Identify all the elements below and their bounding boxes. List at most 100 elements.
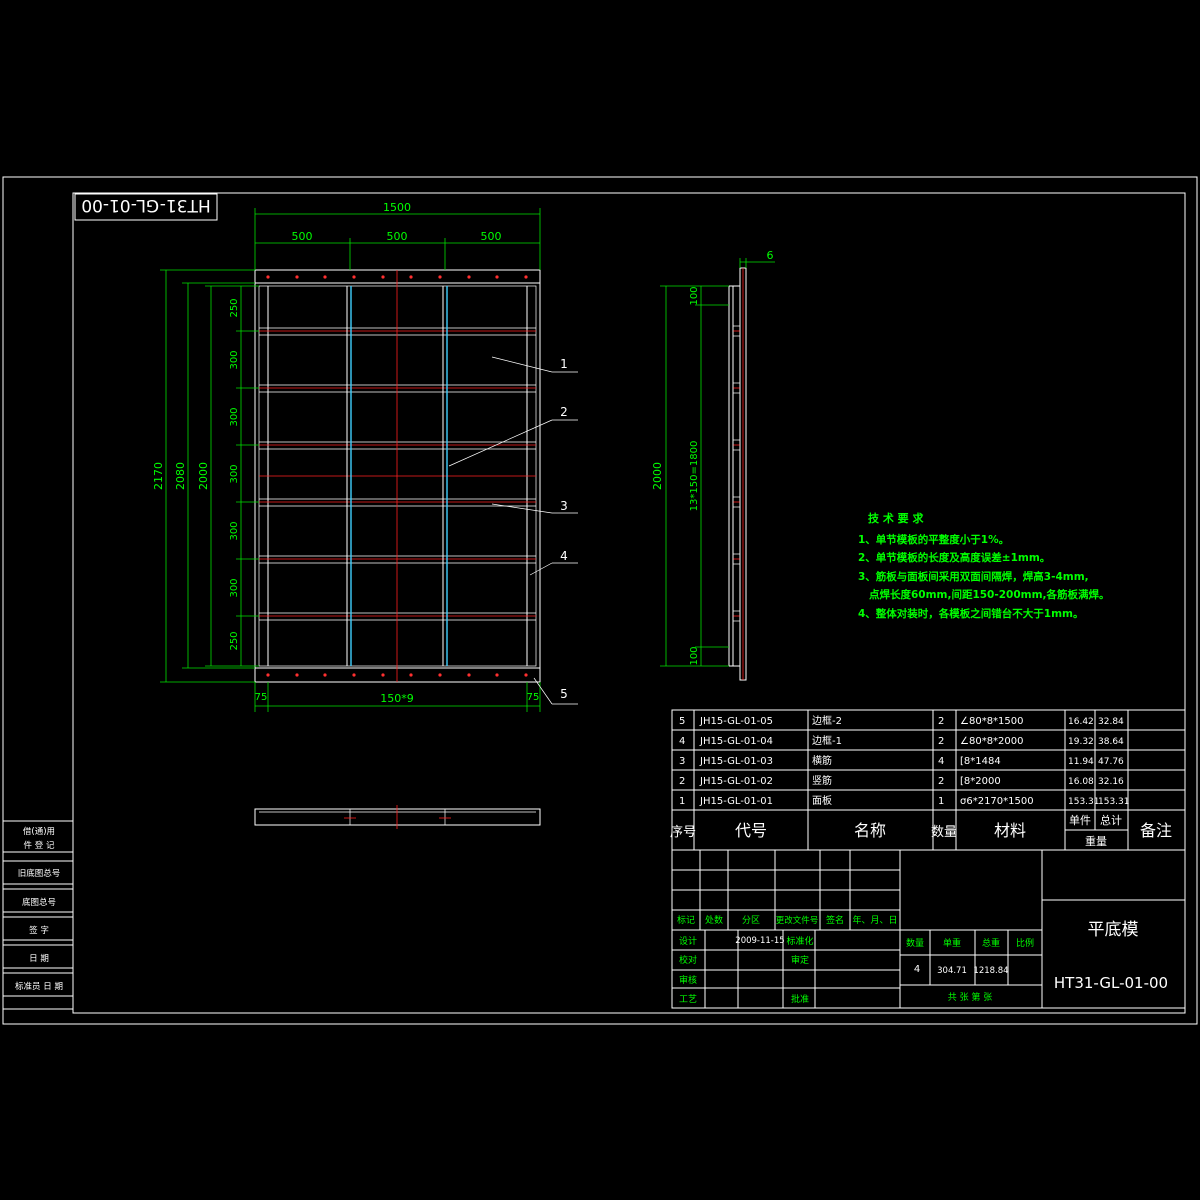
bom-no: 2 <box>679 776 685 787</box>
tb-audit: 审定 <box>791 954 809 966</box>
tech-line: 4、整体对装时，各模板之间错台不大于1mm。 <box>858 607 1084 620</box>
side-view <box>728 267 747 681</box>
dim-side-mid: 13*150=1800 <box>689 441 700 512</box>
tb-zone: 分区 <box>742 915 760 926</box>
strip-old-number: 旧底图总号 <box>18 868 61 879</box>
side-dimensions <box>660 258 775 667</box>
strip-shared: 借(通)用 <box>23 826 55 837</box>
strip-standard: 标准员 日 期 <box>15 981 63 992</box>
tb-unit-value: 304.71 <box>937 966 967 976</box>
cad-drawing: HT31-GL-01-00 1500 500 500 500 2170 2080… <box>2 176 1198 1025</box>
tech-line: 点焊长度60mm,间距150-200mm,各筋板满焊。 <box>858 588 1110 601</box>
bom-qty: 2 <box>938 776 944 787</box>
bom-name: 边框-1 <box>812 734 842 747</box>
bom-unit: 153.31 <box>1068 797 1100 807</box>
dim-bottom-mid: 150*9 <box>380 692 414 705</box>
bom-name: 竖筋 <box>812 774 832 787</box>
bom-total: 47.76 <box>1098 757 1124 767</box>
bom-mat: ∠80*8*2000 <box>960 736 1024 747</box>
stamp-rotated: HT31-GL-01-00 <box>81 195 210 215</box>
bom-no: 5 <box>679 716 685 727</box>
tb-mark: 标记 <box>677 914 695 926</box>
bom-total: 32.16 <box>1098 777 1124 787</box>
bom-header-no: 序号 <box>670 825 696 840</box>
bom-unit: 19.32 <box>1068 737 1094 747</box>
bom-header-unit: 单件 <box>1069 814 1091 827</box>
dim-seg-1: 500 <box>292 230 313 243</box>
dim-row: 300 <box>229 578 240 597</box>
bom-code: JH15-GL-01-03 <box>699 756 773 767</box>
callout-2: 2 <box>560 405 568 419</box>
bom-qty: 1 <box>938 796 944 807</box>
bom-header-total: 总计 <box>1100 813 1122 827</box>
dim-side-bottom: 100 <box>689 646 700 665</box>
front-view <box>254 269 541 683</box>
drawing-number: HT31-GL-01-00 <box>1054 974 1168 992</box>
strip-base-number: 底图总号 <box>22 897 56 908</box>
dim-height-2080: 2080 <box>174 462 187 490</box>
bom-qty: 2 <box>938 716 944 727</box>
dim-row: 300 <box>229 407 240 426</box>
dim-seg-2: 500 <box>387 230 408 243</box>
bom-unit: 16.42 <box>1068 717 1094 727</box>
bom-header-qty: 数量 <box>931 825 957 840</box>
dim-bottom-left: 75 <box>255 692 268 703</box>
dim-thickness: 6 <box>767 249 774 262</box>
tb-count-h: 数量 <box>906 937 924 949</box>
bom-qty: 2 <box>938 736 944 747</box>
tb-total-value: 1218.84 <box>973 966 1008 976</box>
tb-design: 设计 <box>679 935 697 947</box>
drawing-name: 平底模 <box>1088 920 1139 940</box>
title-block-labels: 标记 处数 分区 更改文件号 签名 年、月、日 设计 2009-11-15 标准… <box>677 914 1168 1005</box>
left-strip-labels: 借(通)用 件 登 记 旧底图总号 底图总号 签 字 日 期 标准员 日 期 <box>15 826 63 992</box>
callout-4: 4 <box>560 549 568 563</box>
bom-header-mat: 材料 <box>994 821 1026 840</box>
bom-no: 3 <box>679 756 685 767</box>
dim-row: 300 <box>229 350 240 369</box>
tech-line: 1、单节模板的平整度小于1%。 <box>858 533 1009 546</box>
bom-rows: 5 JH15-GL-01-05 边框-2 2 ∠80*8*1500 16.42 … <box>679 714 1130 807</box>
tb-std: 标准化 <box>786 935 813 947</box>
bom-mat: [8*2000 <box>960 776 1001 787</box>
dim-row: 300 <box>229 521 240 540</box>
dim-side-total: 2000 <box>651 462 664 490</box>
dim-height-2000: 2000 <box>197 462 210 490</box>
bom-code: JH15-GL-01-04 <box>699 736 773 747</box>
bom-code: JH15-GL-01-05 <box>699 716 773 727</box>
dim-row: 300 <box>229 464 240 483</box>
bom-header-code: 代号 <box>735 821 767 840</box>
tb-ratio-h: 比例 <box>1016 937 1034 949</box>
tb-sign: 签名 <box>826 914 844 926</box>
bom-header-remark: 备注 <box>1140 821 1172 840</box>
bom-total: 32.84 <box>1098 717 1124 727</box>
tb-date: 2009-11-15 <box>735 936 784 946</box>
tb-approve: 批准 <box>791 993 809 1005</box>
dim-total-width: 1500 <box>383 201 411 214</box>
strip-signature: 签 字 <box>29 925 49 936</box>
bom-mat: [8*1484 <box>960 756 1001 767</box>
tech-line: 2、单节模板的长度及高度误差±1mm。 <box>858 551 1050 564</box>
bom-qty: 4 <box>938 756 944 767</box>
bom-unit: 11.94 <box>1068 757 1094 767</box>
callout-1: 1 <box>560 357 568 371</box>
bom-name: 面板 <box>812 794 832 807</box>
callout-3: 3 <box>560 499 568 513</box>
bom-mat: σ6*2170*1500 <box>960 796 1034 807</box>
bom-name: 横筋 <box>812 754 832 767</box>
tb-sheets: 共 张 第 张 <box>948 991 993 1003</box>
bom-code: JH15-GL-01-02 <box>699 776 773 787</box>
tech-requirements: 技 术 要 求 1、单节模板的平整度小于1%。 2、单节模板的长度及高度误差±1… <box>858 511 1110 620</box>
tech-line: 3、筋板与面板间采用双面间隔焊，焊高3-4mm, <box>858 570 1089 583</box>
tb-check: 校对 <box>679 954 697 966</box>
section-view <box>254 805 541 829</box>
dim-bottom-right: 75 <box>527 692 540 703</box>
bom-total: 153.31 <box>1098 797 1130 807</box>
bom-header-weight: 重量 <box>1085 834 1107 848</box>
strip-date: 日 期 <box>29 954 49 964</box>
tb-ymd: 年、月、日 <box>852 914 897 926</box>
tb-unit-h: 单重 <box>943 937 961 949</box>
dim-side-top: 100 <box>689 286 700 305</box>
bom-unit: 16.08 <box>1068 777 1094 787</box>
tb-craft: 工艺 <box>679 994 697 1005</box>
strip-register: 件 登 记 <box>24 840 55 851</box>
